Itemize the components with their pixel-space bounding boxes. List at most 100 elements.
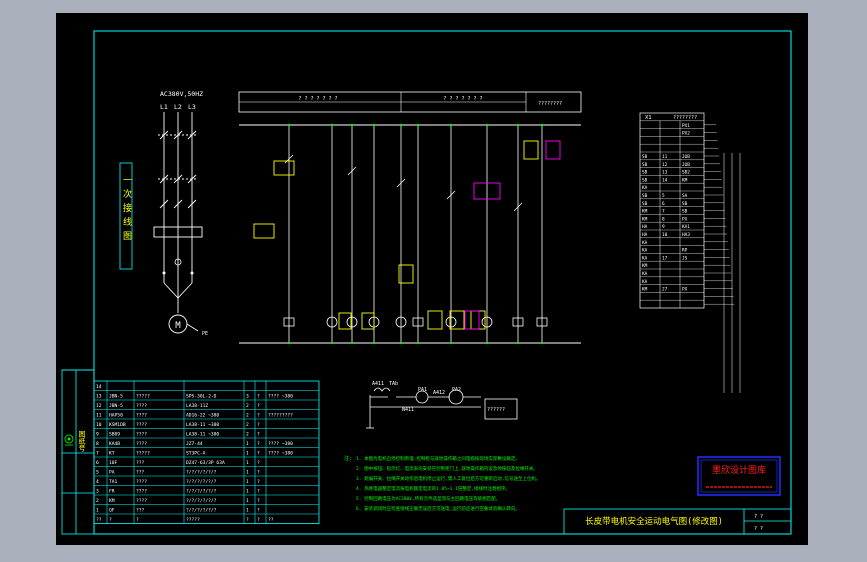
parts-list-cell: 3 [96,489,99,495]
parts-list-cell: ???? [136,498,147,504]
note-line-5: 5. 控制回路电压为AC380V,所有元件选型须与主回路电压等级相匹配。 [356,495,500,502]
terminal-cell: SB [642,170,648,176]
terminal-cell: SA [682,193,688,199]
terminal-cell: 11 [662,154,668,160]
parts-list-cell: AD16-22 ~380 [186,413,219,419]
parts-list-cell: LA38-11 ~380 [186,432,219,438]
parts-list-cell: ? [257,403,260,409]
parts-list-cell: 10F [109,460,118,466]
terminal-cell: PX2 [682,131,690,137]
notes-block: 注: 1. 本图为电机启停控制原理,控制柜与就地操作箱之间电缆按现场实际敷设确定… [344,455,541,512]
parts-list-cell: 5 [96,470,99,476]
note-line-3: 3. 跑偏开关、拉绳开关动作后电机停止运行,需人工复位后方可重新启动,信号送至上… [356,475,541,482]
parts-list-cell: ? [257,441,260,447]
terminal-cell: KA1 [682,224,690,230]
terminal-cell: JOB [682,162,690,168]
terminal-cell: KA [642,240,648,246]
terminal-cell: SB [642,154,648,160]
phase-label-l2: L2 [174,103,182,111]
svg-text:? ? ? ? ? ? ?: ? ? ? ? ? ? ? [298,96,337,102]
terminal-block-title-right: ???????? [673,115,697,121]
parts-list-cell: 1 [246,441,249,447]
terminal-cell: 13 [662,170,668,176]
terminal-cell: JOB [682,154,690,160]
notes-heading: 注: [344,455,352,462]
wire-node [416,341,420,345]
parts-list-cell: 4 [96,479,99,485]
parts-list-cell: ???? [136,422,147,428]
parts-list-cell: HAP50 [109,413,123,419]
title-block-cell-2: ? ? [754,526,763,532]
terminal-cell: PX [682,287,688,293]
terminal-cell: HA3 [682,232,690,238]
highlighted-component [253,223,275,239]
parts-list-cell: ? [257,422,260,428]
parts-list-cell: ???? ~380 [268,394,293,400]
parts-list-cell: ?/?/?/?/?/? [186,479,217,485]
parts-list-cell: KA4B [109,441,120,447]
parts-list-cell: ?/?/?/?/?/? [186,508,217,514]
cad-viewport[interactable]: 图纸号 AC380V,50HZ L1 L2 L3 M PE 一次接线图 ? ? … [0,0,867,562]
terminal-cell: KM [642,216,648,222]
svg-text:? ? ? ? ? ? ?: ? ? ? ? ? ? ? [443,96,482,102]
limit-switch-component [464,310,480,330]
parts-list-cell: ???? [136,479,147,485]
control-circuit [239,123,581,345]
ta-label: A411 [372,381,384,387]
parts-list-cell: ? [257,470,260,476]
parts-list-cell: 8 [96,441,99,447]
ground-label: PE [202,331,208,337]
parts-list-cell: ?? [96,517,102,523]
parts-list-cell: 14 [96,384,102,390]
parts-list-cell: TA1 [109,479,118,485]
design-library-stamp: 墨欣设计图库 [697,456,781,496]
wire-node [516,123,520,127]
parts-list-table: 1413 JBN-5????? SPS-30L-2-D 3????? ~38012 JB… [93,380,320,524]
parts-list-cell: 1 [246,508,249,514]
terminal-cell: 10 [662,232,668,238]
parts-list-cell: ?? [268,517,274,523]
terminal-cell: 7 [662,209,665,215]
pa1-label: PA1 [418,387,427,393]
terminal-block-title: X1 [645,115,652,121]
terminal-cell: KM [682,177,688,183]
terminal-cell: KM [642,287,648,293]
parts-list-cell: 1 [246,470,249,476]
terminal-cell: SB2 [682,170,690,176]
parts-list-cell: 12 [96,403,102,409]
parts-list-cell: 13 [96,394,102,400]
wire-node [330,341,334,345]
parts-list-cell: ? [257,508,260,514]
terminal-cell: SB [642,162,648,168]
terminal-block-frame [639,112,705,309]
terminal-block: PX1 PX2 SB 11 JOB SB 12 JOB SB 13 SB2 SB 14 KM KA SB 5 SA… [639,112,741,393]
electrical-schematic: 图纸号 AC380V,50HZ L1 L2 L3 M PE 一次接线图 ? ? … [61,30,792,535]
parts-list-cell: ???? [136,403,147,409]
parts-list-cell: ???? [136,432,147,438]
parts-list-cell: 1 [246,489,249,495]
terminal-cell: 6 [662,201,665,207]
note-line-2: 2. 图中按钮、指示灯、电流表均安装在控制柜门上,就地操作箱内设急停按钮及拉绳开… [356,465,538,472]
left-stamp-emblem [64,434,74,446]
ta-label-2: TAb [389,381,398,387]
limit-switch-component [545,140,561,160]
parts-list-cell: SPS-30L-2-D [186,394,217,400]
header-strip: ? ? ? ? ? ? ? ? ? ? ? ? ? ? ???????? [238,91,582,113]
parts-list-cell: 1 [246,460,249,466]
parts-list-cell: ???? ~380 [268,441,293,447]
terminal-cell: KM [642,263,648,269]
parts-list-cell: ? [257,498,260,504]
terminal-cell: KA [642,248,648,254]
terminal-cell: KM [642,209,648,215]
primary-circuit-label: 一次接线图 [121,175,132,245]
parts-list-cell: ???? [136,489,147,495]
terminal-cell: SB [642,177,648,183]
parts-list-cell: 2 [246,422,249,428]
parts-list-cell: ? [109,517,112,523]
title-block: 长皮带电机安全运动电气图(修改图) ? ? ? ? [563,508,792,535]
parts-list-cell: 11 [96,413,102,419]
note-line-4: 4. 热继电器整定电流按电机额定电流的1.05~1.1倍整定,接线时注意相序。 [356,485,510,492]
parts-list-cell: 10 [96,422,102,428]
phase-label-l1: L1 [160,103,168,111]
parts-list-cell: LA38-11Z [186,403,208,409]
